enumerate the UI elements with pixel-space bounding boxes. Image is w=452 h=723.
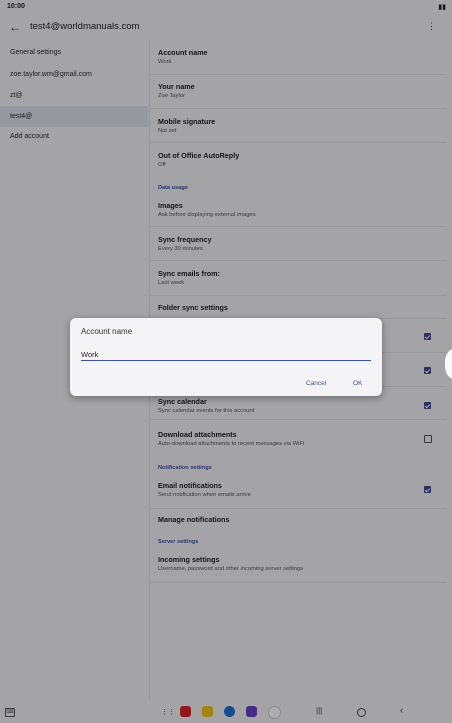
- cancel-button[interactable]: Cancel: [306, 380, 326, 387]
- account-name-dialog: Account name Cancel OK: [70, 318, 382, 396]
- ok-button[interactable]: OK: [353, 380, 362, 387]
- account-name-input[interactable]: [81, 348, 371, 361]
- dialog-title: Account name: [81, 327, 133, 336]
